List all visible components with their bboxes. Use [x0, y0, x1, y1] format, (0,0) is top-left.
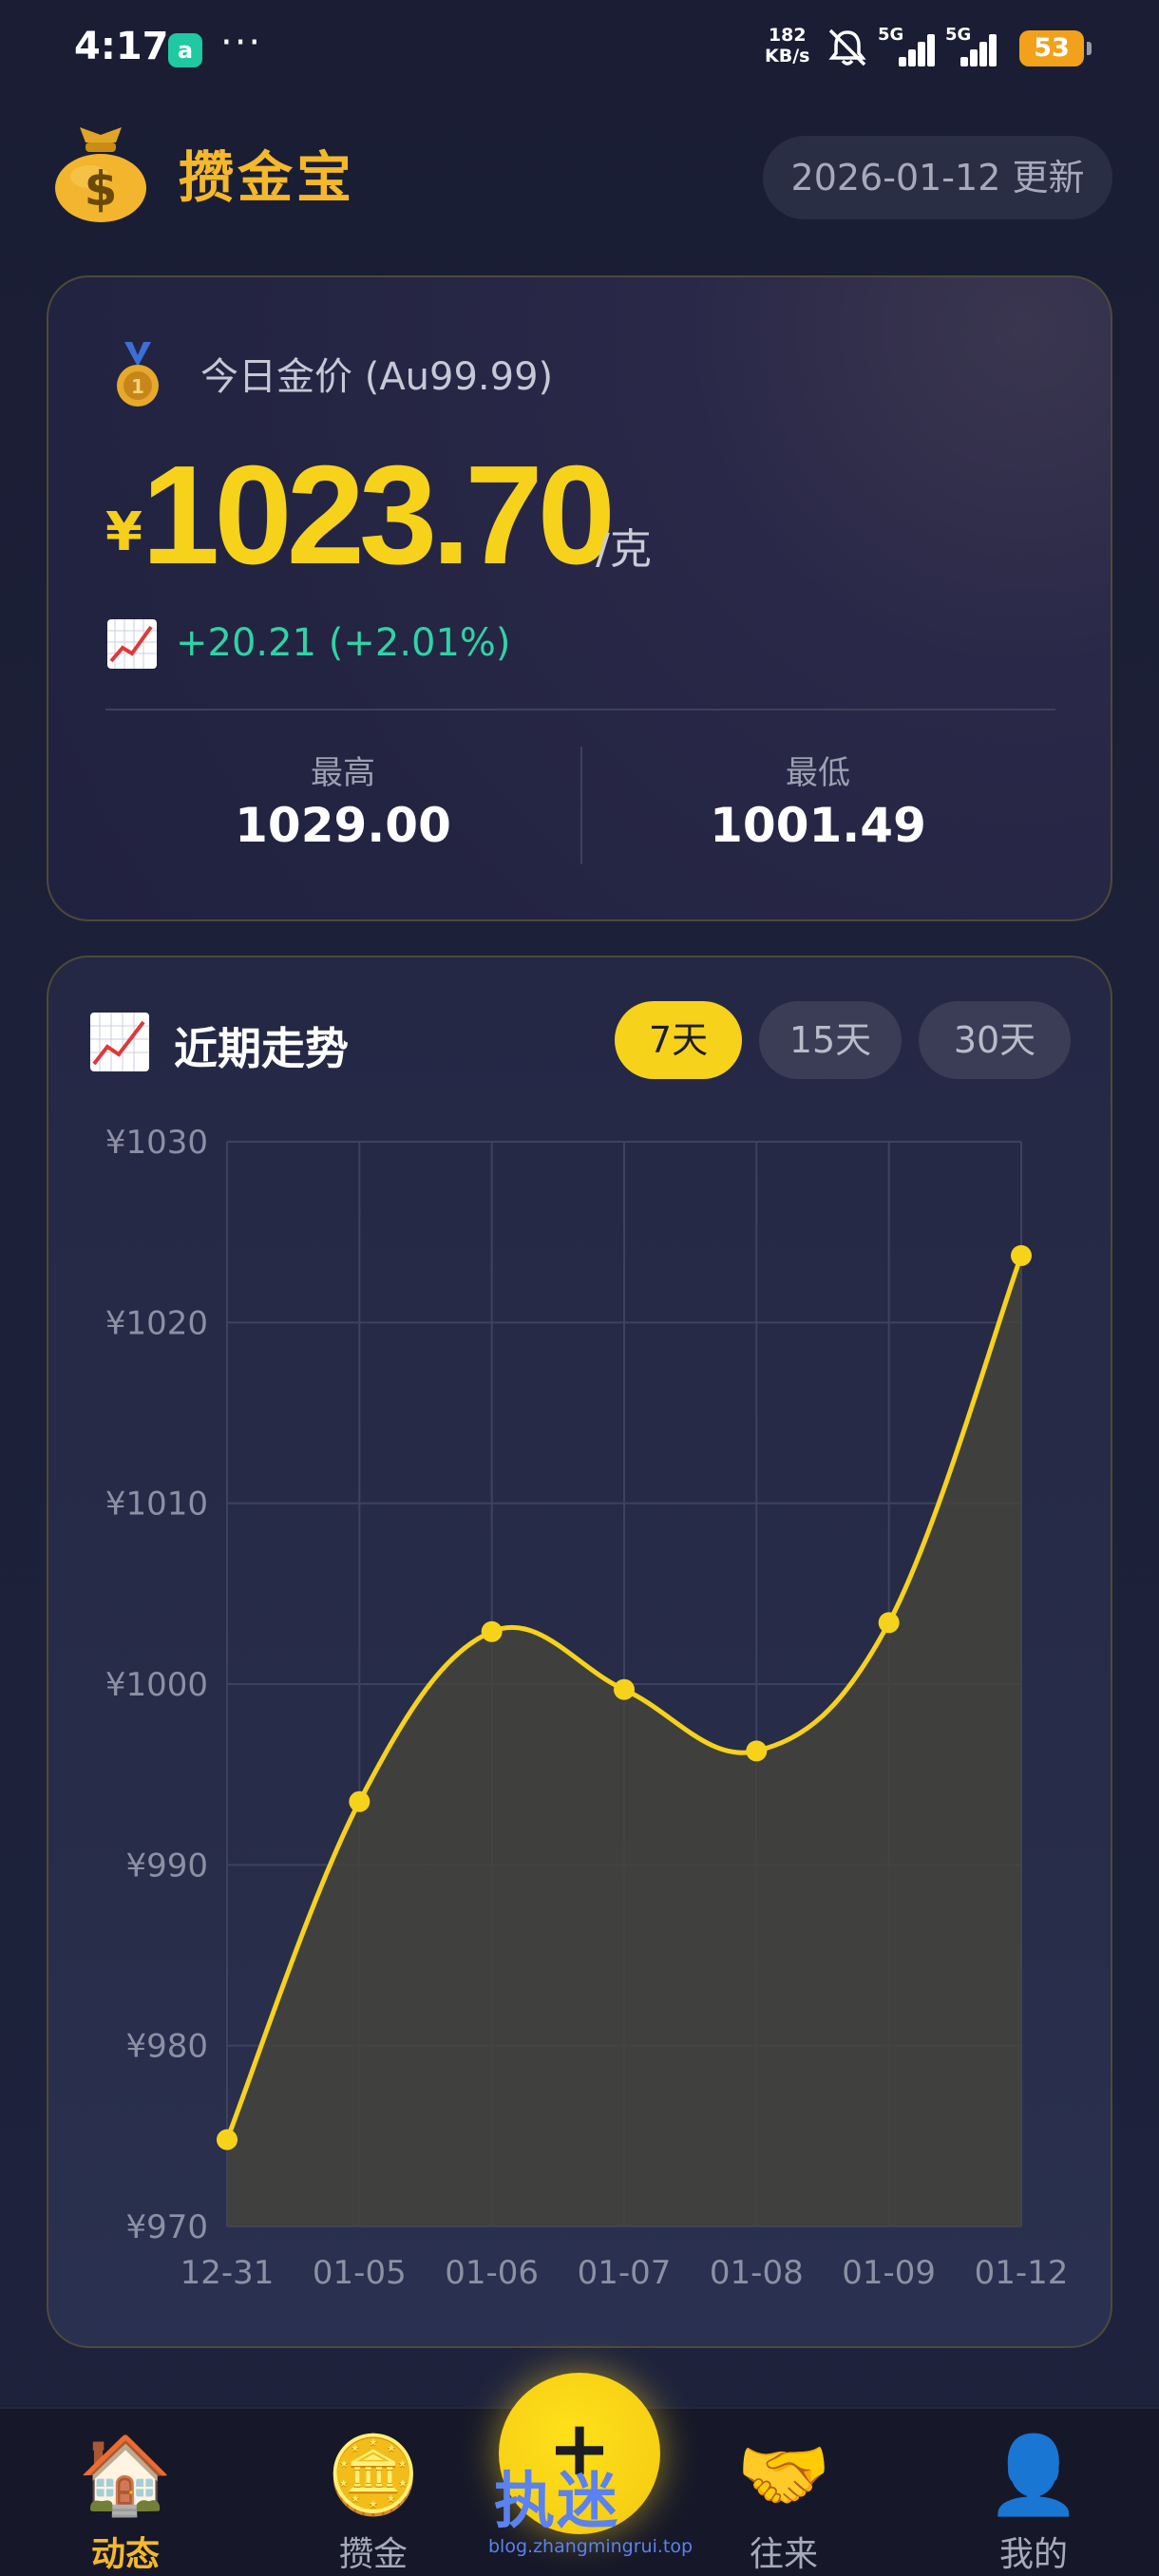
- signal-sim1-icon: 5G: [878, 25, 937, 70]
- high-value: 1029.00: [235, 798, 451, 853]
- trend-chart: ¥1030 ¥1020 ¥1010 ¥1000 ¥990 ¥980 ¥970 12-31 01-…: [105, 1124, 1069, 2292]
- y-tick-label: ¥1020: [105, 1304, 208, 1342]
- more-notifications-icon: ···: [220, 21, 263, 65]
- nav-item-dynamics[interactable]: 🏠 动态: [49, 2428, 201, 2576]
- house-icon: 🏠: [78, 2431, 173, 2519]
- y-tick-label: ¥970: [125, 2208, 208, 2246]
- trend-card: 近期走势 7天 15天 30天 ¥1030 ¥1020 ¥1010 ¥1000 ¥990…: [47, 956, 1112, 2348]
- high-label: 最高: [311, 754, 375, 792]
- gold-coin-icon: 🪙: [326, 2431, 421, 2519]
- status-bar: 4:17 a ··· 182 KB/s 5G 5G 53: [0, 0, 1159, 95]
- chart-point: [746, 1740, 768, 1762]
- chart-point: [481, 1620, 503, 1642]
- watermark-url: blog.zhangmingrui.top: [488, 2536, 694, 2557]
- y-tick-label: ¥980: [125, 2028, 208, 2066]
- price-label: 今日金价 (Au99.99): [200, 355, 554, 399]
- gold-price: 1023.70: [142, 437, 616, 594]
- money-bag-icon: $: [55, 127, 146, 222]
- chart-point: [1011, 1244, 1032, 1266]
- svg-text:1: 1: [131, 375, 144, 398]
- chart-point: [878, 1612, 900, 1634]
- x-tick-label: 01-12: [975, 2254, 1069, 2292]
- y-tick-label: ¥1030: [105, 1124, 208, 1162]
- medal-icon: 1: [117, 342, 159, 407]
- x-tick-label: 01-05: [313, 2254, 407, 2292]
- app-title: 攒金宝: [179, 145, 356, 210]
- y-tick-label: ¥1000: [105, 1666, 208, 1704]
- low-label: 最低: [786, 754, 850, 792]
- user-icon: 👤: [986, 2431, 1081, 2519]
- chart-point: [217, 2129, 238, 2150]
- price-change: +20.21 (+2.01%): [176, 621, 511, 665]
- nav-label-save-gold: 攒金: [338, 2535, 408, 2574]
- notification-app-icon: a: [168, 33, 202, 67]
- card-divider: [105, 709, 1055, 710]
- nav-label-profile: 我的: [998, 2535, 1068, 2574]
- update-date-badge: 2026-01-12 更新: [763, 136, 1112, 219]
- chart-point: [349, 1790, 370, 1812]
- nav-item-transactions[interactable]: 🤝 往来: [708, 2428, 860, 2576]
- nav-label-transactions: 往来: [749, 2535, 818, 2574]
- price-unit: /克: [596, 525, 652, 574]
- y-tick-label: ¥1010: [105, 1486, 208, 1524]
- signal-sim2-icon: 5G: [945, 25, 1004, 70]
- chart-increasing-icon: [107, 619, 157, 669]
- status-time: 4:17: [74, 25, 169, 68]
- battery-icon: 53: [1019, 30, 1092, 66]
- x-tick-label: 01-09: [842, 2254, 936, 2292]
- svg-text:$: $: [85, 161, 118, 217]
- x-tick-label: 01-07: [578, 2254, 672, 2292]
- mute-bell-icon: [828, 28, 866, 66]
- today-price-card: 1 今日金价 (Au99.99) ¥ 1023.70 /克 +20.21 (+2…: [47, 275, 1112, 921]
- y-tick-label: ¥990: [125, 1847, 208, 1885]
- currency-symbol: ¥: [105, 502, 142, 563]
- nav-label-dynamics: 动态: [90, 2535, 160, 2574]
- x-tick-label: 01-08: [710, 2254, 804, 2292]
- low-value: 1001.49: [710, 798, 926, 853]
- network-speed-value: 182: [768, 25, 807, 46]
- network-speed: 182 KB/s: [765, 25, 809, 66]
- network-speed-unit: KB/s: [765, 46, 810, 66]
- watermark-text: 执迷: [494, 2467, 619, 2537]
- nav-item-profile[interactable]: 👤 我的: [958, 2428, 1110, 2576]
- chart-point: [614, 1678, 635, 1700]
- nav-item-save-gold[interactable]: 🪙 攒金: [297, 2428, 449, 2576]
- handshake-icon: 🤝: [736, 2431, 831, 2519]
- x-tick-label: 12-31: [180, 2254, 275, 2292]
- x-tick-label: 01-06: [445, 2254, 539, 2292]
